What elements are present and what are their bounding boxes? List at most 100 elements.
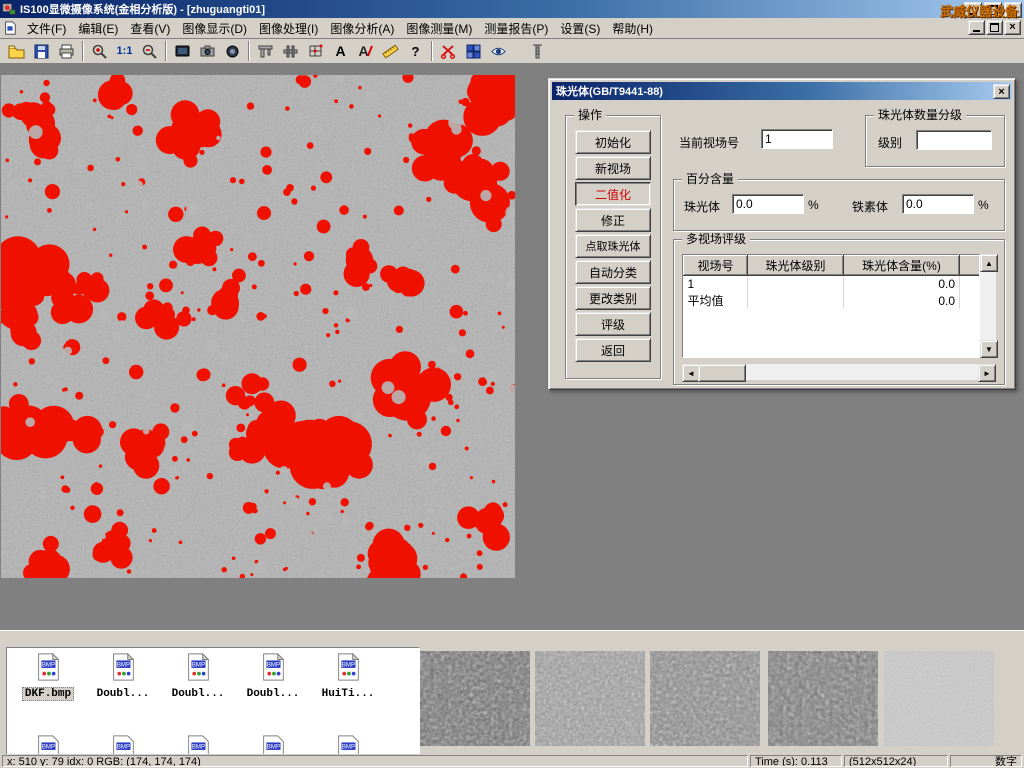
thumbnail[interactable] — [650, 651, 760, 746]
cell-field-no: 1 — [684, 276, 748, 293]
thumbnail[interactable] — [535, 651, 645, 746]
grid-measure-icon[interactable] — [303, 40, 328, 62]
camera-icon[interactable] — [195, 40, 220, 62]
child-minimize-button[interactable] — [968, 20, 985, 35]
file-item[interactable]: BMP HuiTi... — [311, 652, 385, 700]
file-item-partial[interactable]: BMP — [311, 734, 385, 755]
bmp-file-icon: BMP — [108, 734, 138, 755]
vertical-scrollbar[interactable]: ▲ ▼ — [980, 254, 996, 358]
level-input[interactable] — [916, 130, 992, 150]
menu-file[interactable]: 文件(F) — [21, 18, 72, 39]
file-item[interactable]: BMP Doubl... — [86, 652, 160, 700]
status-bar: x: 510 y: 79 idx: 0 RGB: (174, 174, 174)… — [0, 754, 1024, 768]
dialog-title: 珠光体(GB/T9441-88) — [556, 83, 663, 99]
return-button[interactable]: 返回 — [575, 338, 651, 362]
col-pearlite-level[interactable]: 珠光体级别 — [748, 256, 844, 276]
col-ferrite[interactable]: 铁素 — [960, 256, 981, 276]
font-icon[interactable]: A — [353, 40, 378, 62]
close-icon: × — [998, 86, 1004, 98]
capture-icon[interactable] — [220, 40, 245, 62]
scroll-up-icon[interactable]: ▲ — [980, 254, 998, 272]
menu-settings[interactable]: 设置(S) — [554, 18, 606, 39]
vertical-ruler-icon[interactable] — [525, 40, 550, 62]
file-name[interactable]: Doubl... — [95, 688, 152, 700]
table-row[interactable]: 1 0.0 — [684, 276, 981, 293]
cut-icon[interactable] — [436, 40, 461, 62]
init-button[interactable]: 初始化 — [575, 130, 651, 154]
help-icon[interactable]: ? — [403, 40, 428, 62]
file-item[interactable]: BMP Doubl... — [236, 652, 310, 700]
svg-text:BMP: BMP — [42, 662, 55, 669]
file-name[interactable]: Doubl... — [245, 688, 302, 700]
pearlite-label: 珠光体 — [684, 198, 720, 215]
menu-measure-report[interactable]: 测量报告(P) — [478, 18, 554, 39]
file-item-partial[interactable]: BMP — [236, 734, 310, 755]
binarize-button[interactable]: 二值化 — [575, 182, 651, 206]
ruler-icon[interactable] — [378, 40, 403, 62]
horizontal-scrollbar[interactable]: ◄ ► — [682, 364, 996, 380]
menu-image-analysis[interactable]: 图像分析(A) — [324, 18, 400, 39]
file-item[interactable]: BMP DKF.bmp — [11, 652, 85, 701]
revise-button[interactable]: 修正 — [575, 208, 651, 232]
file-item-partial[interactable]: BMP — [86, 734, 160, 755]
scroll-thumb[interactable] — [698, 364, 746, 382]
tile-windows-icon[interactable] — [461, 40, 486, 62]
file-item[interactable]: BMP Doubl... — [161, 652, 235, 700]
menu-help[interactable]: 帮助(H) — [606, 18, 659, 39]
dialog-close-button[interactable]: × — [993, 84, 1010, 99]
zoom-in-icon[interactable] — [87, 40, 112, 62]
file-item-partial[interactable]: BMP — [11, 734, 85, 755]
thumbnail[interactable] — [884, 651, 994, 746]
file-name[interactable]: Doubl... — [170, 688, 227, 700]
restore-icon — [990, 23, 999, 32]
col-field-no[interactable]: 视场号 — [684, 256, 748, 276]
svg-text:BMP: BMP — [117, 662, 130, 669]
svg-text:BMP: BMP — [267, 744, 280, 751]
level-label: 级别 — [878, 134, 902, 151]
table-row[interactable]: 平均值 0.0 — [684, 292, 981, 309]
rate-button[interactable]: 评级 — [575, 312, 651, 336]
video-window-icon[interactable] — [170, 40, 195, 62]
thumbnail[interactable] — [420, 651, 530, 746]
scroll-down-icon[interactable]: ▼ — [980, 340, 998, 358]
menu-bar: 文件(F) 编辑(E) 查看(V) 图像显示(D) 图像处理(I) 图像分析(A… — [0, 18, 1024, 39]
scroll-right-icon[interactable]: ► — [978, 364, 996, 382]
pearlite-input[interactable] — [732, 194, 804, 214]
print-icon[interactable] — [54, 40, 79, 62]
save-icon[interactable] — [29, 40, 54, 62]
current-field-input[interactable] — [761, 129, 833, 149]
dialog-title-bar[interactable]: 珠光体(GB/T9441-88) × — [552, 82, 1012, 100]
bmp-file-icon: BMP — [333, 652, 363, 682]
toolbar-separator — [431, 41, 433, 61]
child-restore-button[interactable] — [986, 20, 1003, 35]
auto-classify-button[interactable]: 自动分类 — [575, 260, 651, 284]
actual-size-icon[interactable]: 1:1 — [112, 40, 137, 62]
zoom-out-icon[interactable] — [137, 40, 162, 62]
menu-image-process[interactable]: 图像处理(I) — [253, 18, 324, 39]
child-window-controls: × — [968, 20, 1021, 35]
menu-view[interactable]: 查看(V) — [124, 18, 176, 39]
file-name[interactable]: HuiTi... — [320, 688, 377, 700]
micrometer-icon[interactable] — [278, 40, 303, 62]
pick-pearlite-button[interactable]: 点取珠光体 — [575, 234, 651, 258]
open-image-icon[interactable] — [4, 40, 29, 62]
pearlite-dialog: 珠光体(GB/T9441-88) × 操作 初始化 新视场 二值化 修正 点取珠… — [548, 78, 1016, 390]
ferrite-input[interactable] — [902, 194, 974, 214]
menu-image-display[interactable]: 图像显示(D) — [176, 18, 253, 39]
cell-content: 0.0 — [844, 276, 960, 293]
bmp-file-icon: BMP — [183, 734, 213, 755]
child-close-button[interactable]: × — [1004, 20, 1021, 35]
change-class-button[interactable]: 更改类别 — [575, 286, 651, 310]
micrograph-image[interactable] — [1, 75, 515, 578]
col-pearlite-content[interactable]: 珠光体含量(%) — [844, 256, 960, 276]
thumbnail[interactable] — [768, 651, 878, 746]
file-item-partial[interactable]: BMP — [161, 734, 235, 755]
file-name[interactable]: DKF.bmp — [22, 687, 74, 701]
menu-edit[interactable]: 编辑(E) — [72, 18, 124, 39]
caliper-icon[interactable] — [253, 40, 278, 62]
current-field-label: 当前视场号 — [679, 134, 739, 151]
text-annotate-icon[interactable]: A — [328, 40, 353, 62]
menu-image-measure[interactable]: 图像测量(M) — [400, 18, 478, 39]
new-field-button[interactable]: 新视场 — [575, 156, 651, 180]
preview-icon[interactable] — [486, 40, 511, 62]
